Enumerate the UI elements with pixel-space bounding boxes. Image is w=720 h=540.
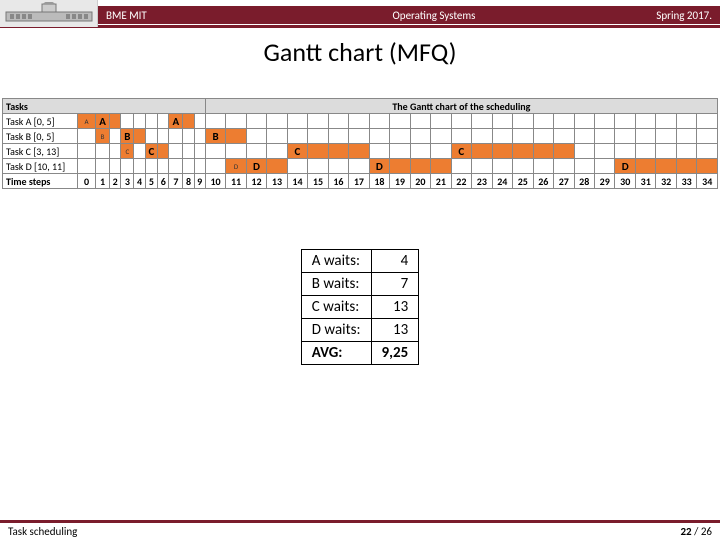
university-logo (0, 0, 98, 27)
gantt-header-right: The Gantt chart of the scheduling (205, 99, 717, 114)
time-label: Time steps (3, 174, 78, 189)
footer-bar: Task scheduling 22 / 26 (0, 520, 720, 540)
gantt-row-c: Task C [3, 13] C C C C (3, 144, 718, 159)
task-a-label: Task A [0, 5] (3, 114, 78, 129)
header-right: Spring 2017. (590, 6, 720, 24)
building-icon (4, 2, 94, 24)
wait-row: B waits:7 (301, 273, 418, 296)
gantt-row-d: Task D [10, 11] D D D D (3, 159, 718, 174)
header-bar: BME MIT Operating Systems Spring 2017. (0, 0, 720, 28)
wait-row: C waits:13 (301, 296, 418, 319)
wait-row: D waits:13 (301, 319, 418, 342)
page-title: Gantt chart (MFQ) (0, 36, 720, 68)
wait-row: A waits:4 (301, 250, 418, 273)
gantt-chart: Tasks The Gantt chart of the scheduling … (2, 98, 718, 189)
footer-left: Task scheduling (8, 525, 77, 538)
footer-page: 22 / 26 (680, 525, 712, 538)
gantt-row-a: Task A [0, 5] A A A (3, 114, 718, 129)
task-d-label: Task D [10, 11] (3, 159, 78, 174)
gantt-row-b: Task B [0, 5] B B B (3, 129, 718, 144)
wait-table: A waits:4 B waits:7 C waits:13 D waits:1… (301, 249, 419, 365)
header-mid: Operating Systems (278, 6, 590, 24)
task-b-label: Task B [0, 5] (3, 129, 78, 144)
gantt-time-row: Time steps 01234567891011121314151617181… (3, 174, 718, 189)
header-left: BME MIT (98, 6, 278, 24)
task-c-label: Task C [3, 13] (3, 144, 78, 159)
wait-avg-row: AVG:9,25 (301, 342, 418, 365)
gantt-header-left: Tasks (3, 99, 206, 114)
